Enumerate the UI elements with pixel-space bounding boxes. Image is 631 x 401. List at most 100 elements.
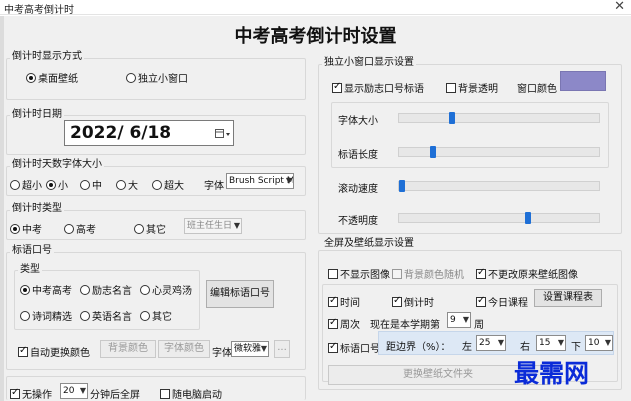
radio-icon (64, 224, 74, 234)
radio-slogan-exam[interactable]: 中考高考 (20, 282, 72, 297)
right-margin-select[interactable]: 15 ▼ (536, 335, 566, 351)
radio-type-other[interactable]: 其它 (134, 221, 166, 236)
edit-slogan-button[interactable]: 编辑标语口号 (206, 280, 274, 308)
no-op-checkbox[interactable]: 无操作 (10, 386, 52, 401)
more-font-button[interactable]: ... (274, 340, 290, 358)
radio-icon (152, 180, 162, 190)
radio-slogan-english[interactable]: 英语名言 (80, 308, 132, 323)
font-size-legend: 倒计时天数字体大小 (10, 159, 104, 171)
chevron-down-icon: ▼ (79, 386, 86, 395)
slogan-font-select[interactable]: 微软雅 ▼ (231, 341, 269, 357)
countdown-type-legend: 倒计时类型 (10, 203, 64, 215)
radio-small-window[interactable]: 独立小窗口 (126, 70, 188, 85)
checkbox-icon (10, 387, 20, 399)
slider-track[interactable] (398, 146, 600, 158)
checkbox-icon (328, 341, 338, 353)
radio-type-gaokao[interactable]: 高考 (64, 221, 96, 236)
window-color-label: 窗口颜色 (517, 84, 557, 95)
radio-icon (10, 224, 20, 234)
checkbox-icon (328, 317, 338, 329)
no-image-checkbox[interactable]: 不显示图像 (328, 266, 390, 281)
slogan-type-legend: 类型 (18, 264, 42, 276)
title-bar: 中考高考倒计时 ✕ (0, 0, 631, 16)
checkbox-icon (446, 83, 456, 93)
chevron-down-icon: ▼ (462, 315, 469, 324)
radio-slogan-motivation[interactable]: 励志名言 (80, 282, 132, 297)
transparent-checkbox[interactable]: 背景透明 (446, 80, 498, 95)
checkbox-icon (476, 267, 486, 279)
slogan-checkbox[interactable]: 标语口号 (328, 340, 380, 355)
checkbox-icon (392, 295, 402, 307)
chevron-down-icon: ▼ (604, 338, 611, 347)
close-icon[interactable]: ✕ (614, 0, 625, 14)
minutes-select[interactable]: 20 ▼ (60, 383, 88, 399)
display-mode-legend: 倒计时显示方式 (10, 51, 84, 63)
radio-icon (134, 224, 144, 234)
radio-size-m[interactable]: 中 (80, 177, 102, 192)
slogan-legend: 标语口号 (10, 245, 54, 257)
slider-label: 字体大小 (338, 116, 378, 127)
slider-label: 滚动速度 (338, 184, 378, 195)
radio-icon (140, 311, 150, 321)
slider-track[interactable] (398, 180, 600, 192)
slider-track[interactable] (398, 212, 600, 224)
chevron-down-icon: ▼ (285, 176, 292, 185)
minutes-suffix: 分钟后全屏 (90, 390, 140, 401)
chevron-down-icon: ▼ (260, 344, 267, 353)
radio-slogan-soul[interactable]: 心灵鸡汤 (140, 282, 192, 297)
window-title: 中考高考倒计时 (4, 5, 74, 16)
show-slogan-checkbox[interactable]: 显示励志口号标语 (332, 80, 424, 95)
left-label: 左 (462, 342, 472, 353)
keep-wallpaper-checkbox[interactable]: 不更改原来壁纸图像 (476, 266, 578, 281)
radio-icon (10, 180, 20, 190)
radio-size-xs[interactable]: 超小 (10, 177, 42, 192)
set-course-button[interactable]: 设置课程表 (534, 289, 602, 307)
bg-color-button[interactable]: 背景颜色 (100, 340, 156, 358)
chevron-down-icon: ▼ (557, 338, 564, 347)
checkbox-icon (332, 81, 342, 93)
radio-icon (20, 311, 30, 321)
autostart-checkbox[interactable]: 随电脑启动 (160, 386, 222, 401)
fullscreen-legend: 全屏及壁纸显示设置 (322, 238, 416, 250)
chevron-down-icon: ▼ (233, 221, 240, 230)
page-title: 中考高考倒计时设置 (234, 26, 397, 47)
today-course-checkbox[interactable]: 今日课程 (476, 294, 528, 309)
slider-thumb[interactable] (430, 146, 436, 158)
other-type-select[interactable]: 班主任生日 ▼ (184, 218, 242, 234)
chevron-down-icon: ▼ (497, 338, 504, 347)
bg-random-checkbox[interactable]: 背景颜色随机 (392, 266, 464, 281)
checkbox-icon (160, 389, 170, 399)
radio-size-s[interactable]: 小 (46, 177, 68, 192)
watermark: 最需网 (514, 359, 590, 388)
week-checkbox[interactable]: 周次 (328, 316, 360, 331)
auto-color-checkbox[interactable]: 自动更换颜色 (18, 344, 90, 359)
left-edge (0, 16, 4, 401)
radio-slogan-poetry[interactable]: 诗词精选 (20, 308, 72, 323)
radio-icon (46, 180, 56, 190)
slogan-font-label: 字体 (212, 348, 232, 359)
slider-thumb[interactable] (399, 180, 405, 192)
radio-size-xl[interactable]: 超大 (152, 177, 184, 192)
radio-size-l[interactable]: 大 (116, 177, 138, 192)
radio-slogan-other[interactable]: 其它 (140, 308, 172, 323)
checkbox-icon (328, 269, 338, 279)
font-select[interactable]: Brush Script M ▼ (226, 173, 294, 189)
window-color-swatch[interactable] (560, 71, 606, 91)
radio-type-zhongkao[interactable]: 中考 (10, 221, 42, 236)
bottom-label: 下 (571, 342, 581, 353)
checkbox-icon (476, 295, 486, 307)
radio-desktop-wallpaper[interactable]: 桌面壁纸 (26, 70, 78, 85)
font-color-button[interactable]: 字体颜色 (158, 340, 210, 358)
radio-icon (20, 285, 30, 295)
left-margin-select[interactable]: 25 ▼ (476, 335, 506, 351)
slider-track[interactable] (398, 112, 600, 124)
countdown-checkbox[interactable]: 倒计时 (392, 294, 434, 309)
bottom-margin-select[interactable]: 10 ▼ (585, 335, 613, 351)
slider-thumb[interactable] (525, 212, 531, 224)
checkbox-icon (392, 269, 402, 279)
date-picker[interactable]: 2022/ 6/18 (64, 120, 234, 146)
calendar-icon[interactable] (215, 129, 231, 139)
week-select[interactable]: 9 ▼ (447, 312, 471, 328)
slider-thumb[interactable] (449, 112, 455, 124)
time-checkbox[interactable]: 时间 (328, 294, 360, 309)
